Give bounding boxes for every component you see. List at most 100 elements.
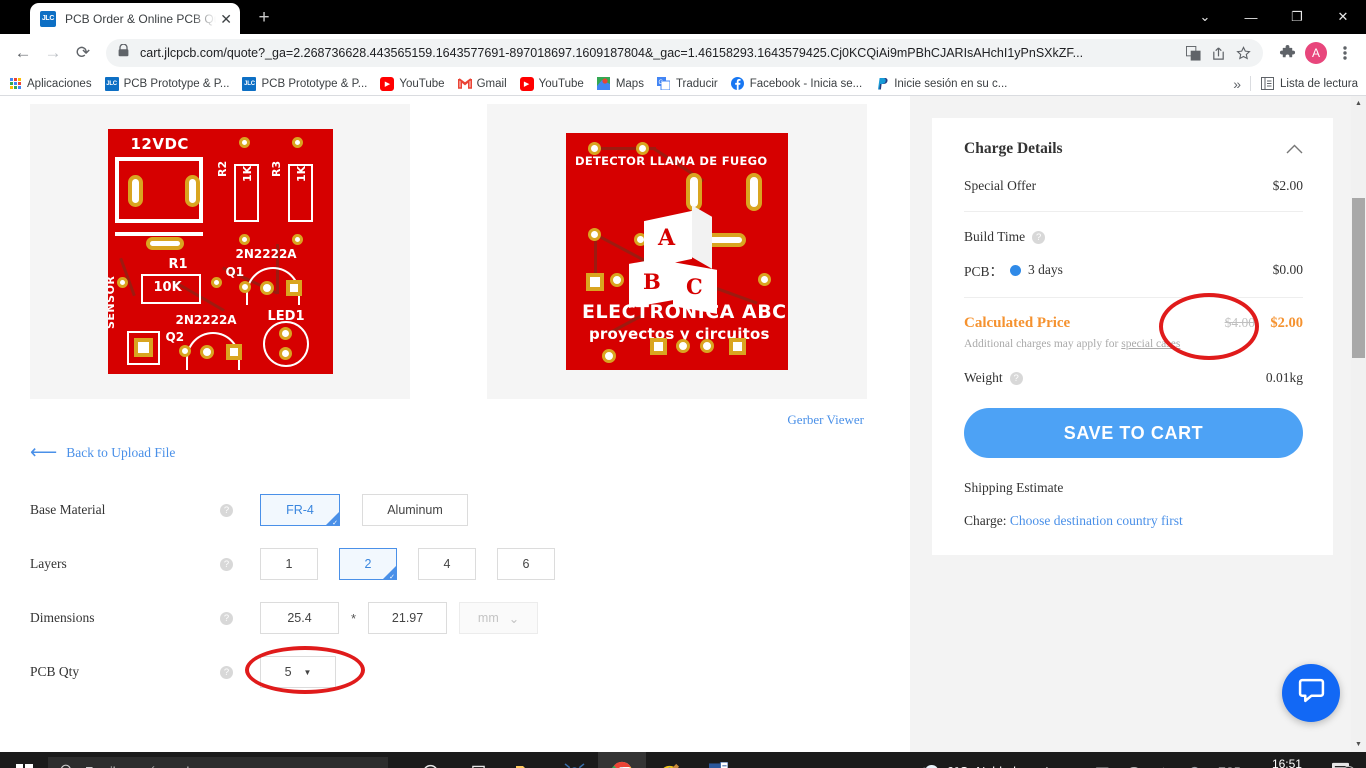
layers-option-4[interactable]: 4 <box>418 548 476 580</box>
chrome-icon[interactable] <box>598 752 646 768</box>
cloud-icon <box>917 763 939 768</box>
bookmark-star-icon[interactable] <box>1236 45 1251 61</box>
silk-sensor-label: SENSOR <box>107 275 117 329</box>
windows-taskbar: Escribe aquí para buscar W 9°C Nubla <box>0 752 1366 768</box>
pcb-qty-label: PCB Qty <box>30 664 80 679</box>
back-to-upload-link[interactable]: Back to Upload File <box>66 445 175 461</box>
bookmarks-bar: Aplicaciones JLC PCB Prototype & P... JL… <box>0 72 1366 96</box>
back-icon[interactable]: ← <box>8 38 38 68</box>
reading-list-label[interactable]: Lista de lectura <box>1280 78 1358 90</box>
base-material-option-fr4[interactable]: FR-4 <box>260 494 340 527</box>
dimensions-label: Dimensions <box>30 610 95 625</box>
dimension-height-input[interactable]: 21.97 <box>368 602 448 634</box>
url-text: cart.jlcpcb.com/quote?_ga=2.268736628.44… <box>140 46 1084 60</box>
silk-r3-value: 1K <box>294 165 308 182</box>
gerber-viewer-link[interactable]: Gerber Viewer <box>787 412 864 427</box>
help-circle-icon[interactable]: ? <box>1032 230 1046 244</box>
proteus-icon[interactable] <box>550 752 598 768</box>
translate-page-icon[interactable] <box>1186 45 1201 61</box>
dimension-separator: * <box>351 610 357 626</box>
option-label: 1 <box>285 557 293 571</box>
pcb-qty-select[interactable]: 5 ▼ <box>260 656 336 688</box>
avatar[interactable]: A <box>1303 40 1329 66</box>
help-circle-icon[interactable]: ? <box>1009 371 1023 385</box>
pcb-preview-bottom[interactable]: DETECTOR LLAMA DE FUEGO A B C ELECTRONIC… <box>487 104 867 399</box>
taskbar-search-input[interactable]: Escribe aquí para buscar <box>48 757 388 768</box>
weather-widget[interactable]: 9°C Nublado <box>901 763 1035 768</box>
bookmark-youtube-2[interactable]: ▶ YouTube <box>519 76 584 91</box>
bookmark-gmail[interactable]: Gmail <box>457 77 507 91</box>
bookmark-translate[interactable]: G Traducir <box>657 77 718 91</box>
bookmarks-overflow-button[interactable]: » <box>1233 76 1241 92</box>
selected-radio-icon[interactable] <box>1010 264 1022 276</box>
task-view-icon[interactable] <box>454 752 502 768</box>
layers-option-2[interactable]: 2 <box>339 548 397 581</box>
scroll-down-arrow-icon[interactable]: ▼ <box>1351 737 1366 752</box>
help-circle-icon[interactable]: ? <box>220 503 233 517</box>
browser-tab[interactable]: JLC PCB Order & Online PCB Quote & ✕ <box>30 3 240 34</box>
right-column: Charge Details Special Offer $2.00 Build… <box>910 96 1351 752</box>
start-button[interactable] <box>0 752 48 768</box>
help-circle-icon[interactable]: ? <box>220 665 233 679</box>
cortana-icon[interactable] <box>406 752 454 768</box>
bookmark-apps[interactable]: Aplicaciones <box>8 77 92 91</box>
chevron-down-icon[interactable]: ⌄ <box>1182 0 1228 34</box>
silk-r1-ref: R1 <box>168 257 188 272</box>
special-offer-label: Special Offer <box>964 178 1037 193</box>
extensions-icon[interactable] <box>1274 40 1300 66</box>
layers-label: Layers <box>30 556 67 571</box>
reading-list-icon <box>1260 77 1274 91</box>
silk-r2-ref: R2 <box>215 160 229 177</box>
word-icon[interactable]: W <box>694 752 742 768</box>
special-cases-link[interactable]: special cases <box>1121 338 1180 350</box>
bookmark-label: Inicie sesión en su c... <box>894 77 1008 90</box>
share-icon[interactable] <box>1211 46 1226 61</box>
page-scrollbar[interactable]: ▲ ▼ <box>1351 96 1366 752</box>
pcb-preview-top[interactable]: 12VDC R2 1K R3 1K R1 10K 2N2222A Q1 2N22… <box>30 104 410 399</box>
chevron-up-icon[interactable] <box>1286 141 1303 157</box>
charge-row: Charge: Choose destination country first <box>964 513 1303 529</box>
silk-title: DETECTOR LLAMA DE FUEGO <box>575 154 768 168</box>
bookmark-jlcpcb-2[interactable]: JLC PCB Prototype & P... <box>242 76 367 91</box>
bookmark-label: YouTube <box>538 77 584 90</box>
notifications-button[interactable]: 1 <box>1325 761 1360 768</box>
pcb-render-bottom: DETECTOR LLAMA DE FUEGO A B C ELECTRONIC… <box>566 133 788 370</box>
close-icon[interactable]: ✕ <box>220 12 232 26</box>
minimize-button[interactable]: — <box>1228 0 1274 34</box>
silk-q1-part: 2N2222A <box>235 247 297 261</box>
close-window-button[interactable]: ✕ <box>1320 0 1366 34</box>
forward-icon[interactable]: → <box>38 38 68 68</box>
form-row-dimensions: Dimensions ? 25.4 * 21.97 mm ⌄ <box>30 602 910 634</box>
dimension-unit-select[interactable]: mm ⌄ <box>459 602 539 634</box>
taskbar-clock[interactable]: 16:51 30/01/2022 <box>1249 757 1325 768</box>
bookmark-maps[interactable]: Maps <box>597 77 644 91</box>
bookmark-facebook[interactable]: Facebook - Inicia se... <box>731 77 862 91</box>
reload-icon[interactable]: ⟳ <box>68 38 98 68</box>
paint-icon[interactable] <box>646 752 694 768</box>
new-tab-button[interactable]: + <box>250 4 278 32</box>
choose-country-link[interactable]: Choose destination country first <box>1010 513 1183 528</box>
bookmark-paypal[interactable]: Inicie sesión en su c... <box>875 77 1007 91</box>
bookmark-youtube-1[interactable]: ▶ YouTube <box>380 76 445 91</box>
help-circle-icon[interactable]: ? <box>220 557 233 571</box>
layers-option-6[interactable]: 6 <box>497 548 555 580</box>
chrome-menu-icon[interactable] <box>1332 40 1358 66</box>
dimension-width-input[interactable]: 25.4 <box>260 602 339 634</box>
bookmark-jlcpcb-1[interactable]: JLC PCB Prototype & P... <box>104 76 229 91</box>
scroll-up-arrow-icon[interactable]: ▲ <box>1351 96 1366 111</box>
layers-option-1[interactable]: 1 <box>260 548 318 580</box>
chat-widget-button[interactable] <box>1282 664 1340 722</box>
charge-details-title: Charge Details <box>964 140 1063 157</box>
pcb-build-label: PCB： <box>964 264 1004 279</box>
maps-icon <box>597 77 611 91</box>
base-material-option-aluminum[interactable]: Aluminum <box>362 494 468 526</box>
back-to-upload-row[interactable]: ⟵ Back to Upload File <box>0 429 910 462</box>
scrollbar-thumb[interactable] <box>1352 198 1365 358</box>
charge-details-card: Charge Details Special Offer $2.00 Build… <box>932 118 1333 555</box>
help-circle-icon[interactable]: ? <box>220 611 233 625</box>
address-bar[interactable]: cart.jlcpcb.com/quote?_ga=2.268736628.44… <box>106 39 1263 67</box>
save-to-cart-button[interactable]: SAVE TO CART <box>964 408 1303 458</box>
maximize-button[interactable]: ❐ <box>1274 0 1320 34</box>
file-explorer-icon[interactable] <box>502 752 550 768</box>
option-label: Aluminum <box>387 503 443 517</box>
